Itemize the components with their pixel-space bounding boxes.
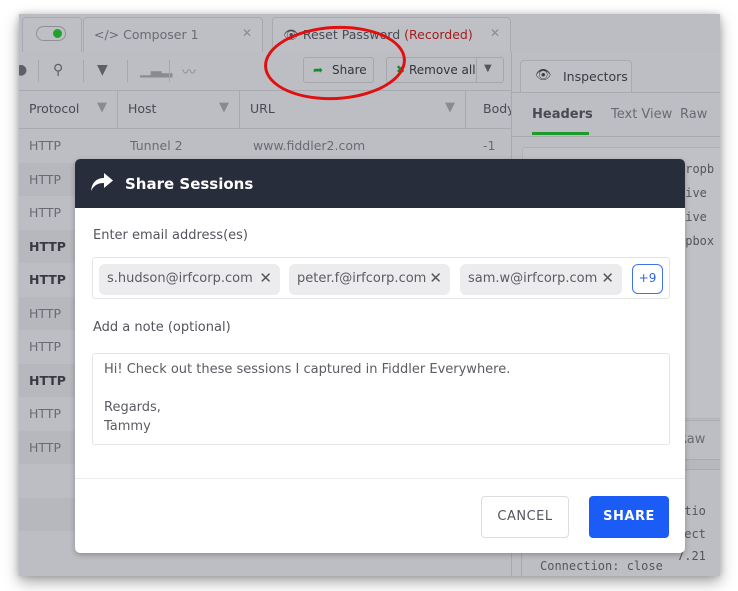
cell-protocol: HTTP <box>29 339 61 354</box>
stats-icon[interactable]: ▁▃▂ <box>140 62 172 78</box>
tab-composer-label: </> Composer 1 <box>94 27 199 42</box>
remove-chip-icon[interactable]: ✕ <box>259 269 272 287</box>
email-input[interactable]: s.hudson@irfcorp.com ✕ peter.f@irfcorp.c… <box>92 257 670 299</box>
table-row[interactable]: HTTP Tunnel 2 www.fiddler2.com -1 <box>19 129 511 162</box>
find-icon[interactable]: ⚲ <box>53 62 63 78</box>
eye-icon: 👁 <box>535 68 552 83</box>
cell-url: www.fiddler2.com <box>253 138 366 153</box>
cell-protocol: HTTP <box>29 171 61 187</box>
close-icon[interactable]: ✕ <box>242 26 252 40</box>
email-chip: peter.f@irfcorp.com ✕ <box>289 264 450 295</box>
cell-protocol: HTTP <box>29 205 61 220</box>
subtab-headers[interactable]: Headers <box>532 107 593 122</box>
record-icon[interactable]: ● <box>19 62 27 78</box>
column-host[interactable]: Host ▼ <box>118 91 240 128</box>
more-emails-badge[interactable]: +9 <box>632 264 663 294</box>
grid-header: Protocol ▼ Host ▼ URL ▼ Body <box>19 91 515 129</box>
tab-inspectors[interactable]: 👁 Inspectors <box>520 60 632 92</box>
note-label: Add a note (optional) <box>93 320 231 335</box>
cancel-button[interactable]: CANCEL <box>481 496 569 538</box>
cell-protocol: HTTP <box>29 138 61 153</box>
remove-chip-icon[interactable]: ✕ <box>429 269 442 287</box>
timeline-icon[interactable]: 〰 <box>182 62 196 82</box>
filter-icon[interactable]: ▼ <box>97 100 107 115</box>
cell-protocol: HTTP <box>29 406 61 421</box>
email-chip: s.hudson@irfcorp.com ✕ <box>99 264 280 295</box>
email-chip: sam.w@irfcorp.com ✕ <box>460 264 622 295</box>
close-icon[interactable]: ✕ <box>490 26 500 40</box>
share-sessions-dialog: Share Sessions Enter email address(es) s… <box>75 159 685 553</box>
active-subtab-indicator <box>532 132 589 135</box>
cell-host: Tunnel 2 <box>130 138 183 153</box>
subtab-text-view[interactable]: Text View <box>611 107 672 122</box>
cell-body: -1 <box>483 138 496 153</box>
cell-protocol: HTTP <box>29 305 61 321</box>
cell-protocol: HTTP <box>29 272 66 287</box>
tab-composer[interactable]: </> Composer 1 ✕ <box>83 17 263 52</box>
share-button[interactable]: SHARE <box>589 496 669 538</box>
dialog-title: Share Sessions <box>125 175 254 193</box>
subtab-raw[interactable]: Raw <box>680 107 707 122</box>
cell-protocol: HTTP <box>29 372 66 388</box>
live-traffic-toggle[interactable] <box>36 26 66 41</box>
dialog-header: Share Sessions <box>75 159 685 208</box>
cell-protocol: HTTP <box>29 238 66 254</box>
filter-icon[interactable]: ▼ <box>97 62 108 78</box>
column-protocol[interactable]: Protocol ▼ <box>19 91 118 128</box>
recorded-status: (Recorded) <box>404 27 473 42</box>
note-textarea[interactable]: Hi! Check out these sessions I captured … <box>92 353 670 445</box>
share-icon <box>89 171 115 197</box>
email-label: Enter email address(es) <box>93 228 248 243</box>
tab-live-traffic[interactable] <box>22 17 82 52</box>
remove-chip-icon[interactable]: ✕ <box>601 269 614 287</box>
filter-icon[interactable]: ▼ <box>219 100 229 115</box>
column-body[interactable]: Body <box>466 91 515 128</box>
filter-icon[interactable]: ▼ <box>445 100 455 115</box>
cell-protocol: HTTP <box>29 439 61 455</box>
chevron-down-icon[interactable]: ▼ <box>484 63 492 74</box>
